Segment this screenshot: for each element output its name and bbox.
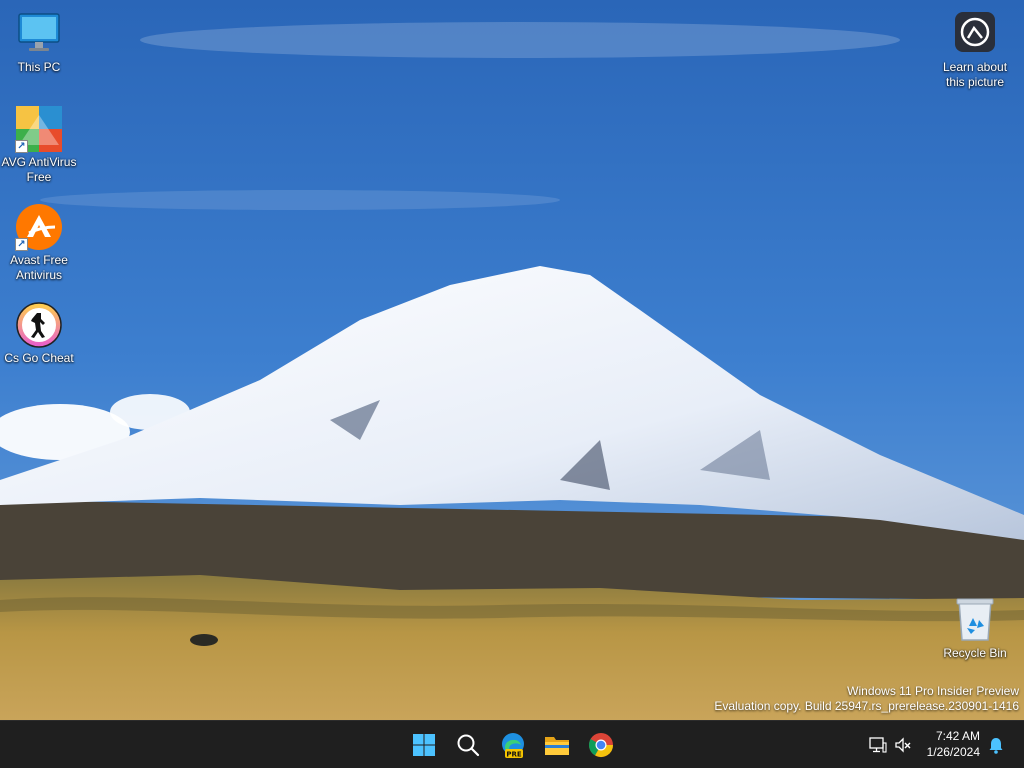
folder-icon: [545, 737, 569, 755]
clock-date: 1/26/2024: [926, 745, 980, 759]
taskbar: PRE 7:42 AM 1/26/2024: [0, 720, 1024, 768]
windows-watermark: Windows 11 Pro Insider Preview Evaluatio…: [714, 684, 1019, 714]
edge-button[interactable]: PRE: [497, 729, 529, 761]
search-button[interactable]: [452, 729, 484, 761]
edge-badge: PRE: [506, 751, 522, 759]
clock-time: 7:42 AM: [935, 729, 980, 743]
desktop-icon-avast[interactable]: ↗ Avast Free Antivirus: [0, 203, 78, 283]
desktop-icon-this-pc[interactable]: This PC: [0, 10, 78, 75]
desktop-icon-label: Learn about this picture: [942, 60, 1008, 89]
desktop-icon-label: Cs Go Cheat: [4, 351, 74, 365]
monitor-icon: [15, 10, 63, 58]
desktop-icon-label: Avast Free Antivirus: [10, 253, 68, 282]
desktop-icon-learn-about-picture[interactable]: Learn about this picture: [936, 10, 1014, 90]
windows-logo-icon: [413, 734, 435, 756]
desktop-icon-cs-go-cheat[interactable]: Cs Go Cheat: [0, 301, 78, 366]
shortcut-arrow-icon: ↗: [15, 140, 28, 153]
recycle-bin-icon: [951, 596, 999, 644]
volume-muted-icon[interactable]: [893, 735, 913, 755]
desktop-icon-label: AVG AntiVirus Free: [1, 155, 77, 184]
avg-icon: ↗: [15, 105, 63, 153]
edge-icon: PRE: [502, 733, 524, 759]
camera-icon: [951, 10, 999, 58]
avast-icon: ↗: [15, 203, 63, 251]
network-icon[interactable]: [868, 735, 888, 755]
notification-bell-icon[interactable]: [986, 735, 1006, 755]
desktop-icon-label: This PC: [17, 60, 61, 74]
desktop-icon-label: Recycle Bin: [943, 646, 1007, 660]
desktop-icon-avg-antivirus[interactable]: ↗ AVG AntiVirus Free: [0, 105, 78, 185]
desktop-icon-recycle-bin[interactable]: Recycle Bin: [936, 596, 1014, 661]
shortcut-arrow-icon: ↗: [15, 238, 28, 251]
watermark-build: Evaluation copy. Build 25947.rs_prerelea…: [714, 699, 1019, 713]
chrome-button[interactable]: [585, 729, 617, 761]
desktop-wallpaper: [0, 0, 1024, 720]
file-explorer-button[interactable]: [541, 729, 573, 761]
start-button[interactable]: [408, 729, 440, 761]
system-clock[interactable]: 7:42 AM 1/26/2024: [927, 728, 980, 760]
watermark-edition: Windows 11 Pro Insider Preview: [847, 684, 1019, 698]
search-icon: [457, 734, 480, 757]
chrome-icon: [588, 733, 613, 758]
csgo-icon: [15, 301, 63, 349]
